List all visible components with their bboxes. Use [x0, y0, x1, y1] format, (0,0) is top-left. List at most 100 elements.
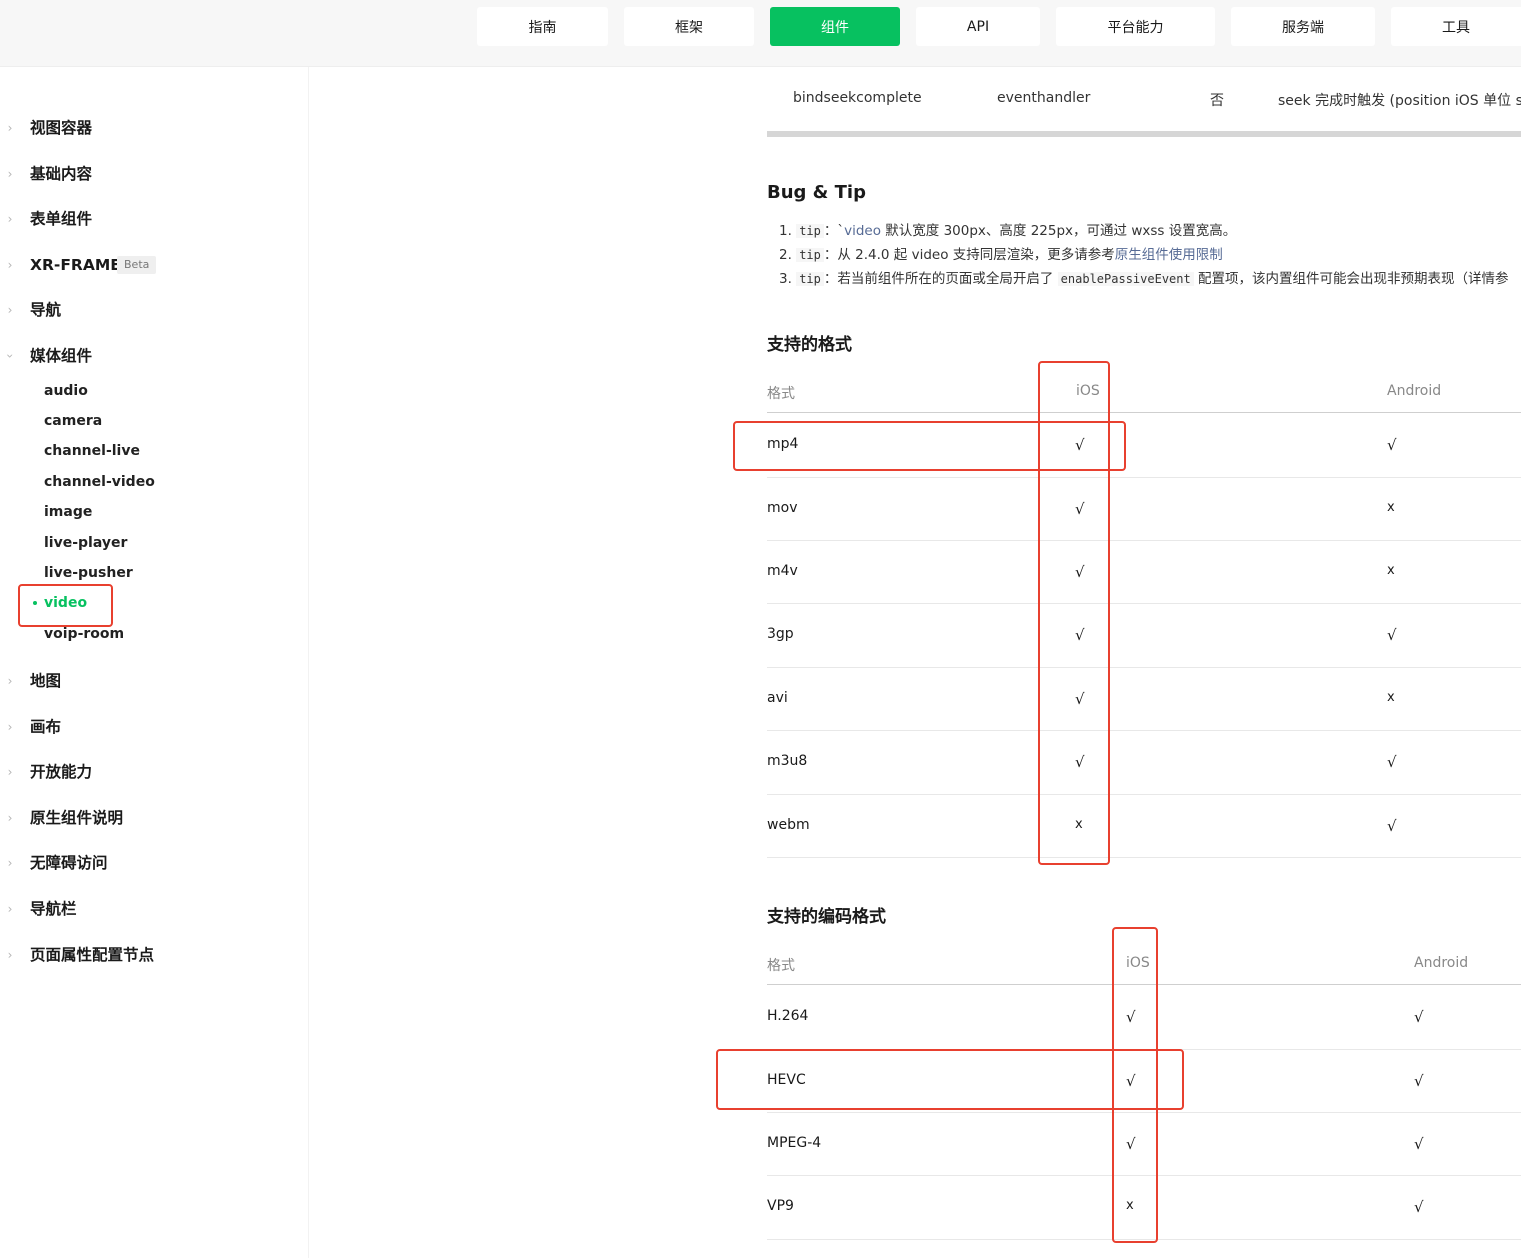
nav-tab-api[interactable]: API	[916, 7, 1040, 46]
sidebar-item-live-pusher[interactable]: live-pusher	[44, 563, 133, 583]
tip-text: 若当前组件所在的页面或全局开启了	[837, 271, 1054, 287]
ios-cell: x	[1126, 1198, 1134, 1213]
sidebar-group-label: 原生组件说明	[30, 809, 124, 827]
attr-type: eventhandler	[997, 90, 1091, 106]
chevron-right-icon: ›	[7, 720, 13, 734]
formats-header-divider	[767, 412, 1521, 413]
video-link[interactable]: video	[844, 223, 881, 239]
sidebar-item-video[interactable]: video	[44, 593, 87, 613]
sidebar-group-label: 页面属性配置节点	[30, 946, 155, 964]
nav-tab-framework[interactable]: 框架	[624, 7, 754, 46]
nav-tab-server[interactable]: 服务端	[1231, 7, 1375, 46]
annotation-box-formats-ios-column	[1038, 361, 1110, 865]
ios-cell: √	[1075, 753, 1085, 771]
sidebar-group-label: 表单组件	[30, 210, 93, 228]
ios-cell: √	[1075, 690, 1085, 708]
sidebar-item-channel-video[interactable]: channel-video	[44, 472, 155, 492]
tip-number: 1.	[779, 223, 792, 239]
ios-cell: √	[1075, 500, 1085, 518]
android-cell: √	[1414, 1008, 1424, 1026]
tip-text: 从 2.4.0 起 video 支持同层渲染，更多请参考	[837, 247, 1115, 263]
row-divider	[767, 477, 1521, 478]
chevron-right-icon: ›	[7, 856, 13, 870]
codecs-header-ios: iOS	[1126, 955, 1150, 971]
row-divider	[767, 1239, 1521, 1240]
tip-code: tip	[796, 272, 824, 286]
row-divider	[767, 1175, 1521, 1176]
top-nav-bar: 指南 框架 组件 API 平台能力 服务端 工具	[0, 0, 1521, 67]
android-cell: x	[1387, 690, 1395, 705]
format-cell: m3u8	[767, 753, 808, 769]
sidebar-group-label: XR-FRAME	[30, 256, 121, 274]
formats-header-android: Android	[1387, 383, 1442, 399]
native-component-limits-link[interactable]: 原生组件使用限制	[1115, 247, 1223, 263]
chevron-right-icon: ›	[7, 167, 13, 181]
codecs-header-android: Android	[1414, 955, 1469, 971]
sidebar-item-audio[interactable]: audio	[44, 381, 88, 401]
android-cell: x	[1387, 500, 1395, 515]
sidebar-group-xr-frame[interactable]: › XR-FRAME Beta	[0, 252, 200, 278]
android-cell: √	[1387, 817, 1397, 835]
nav-tab-guide[interactable]: 指南	[477, 7, 608, 46]
tip-separator: ：	[823, 271, 838, 287]
sidebar-item-image[interactable]: image	[44, 502, 92, 522]
sidebar-item-camera[interactable]: camera	[44, 411, 102, 431]
chevron-right-icon: ›	[7, 948, 13, 962]
tip-separator: ：	[823, 247, 838, 263]
attr-name: bindseekcomplete	[793, 90, 922, 106]
chevron-right-icon: ›	[7, 902, 13, 916]
chevron-right-icon: ›	[7, 811, 13, 825]
row-divider	[767, 794, 1521, 795]
sidebar-group-label: 开放能力	[30, 763, 93, 781]
beta-badge: Beta	[117, 256, 157, 274]
chevron-right-icon: ›	[7, 303, 13, 317]
format-cell: 3gp	[767, 626, 794, 642]
tip-code: tip	[796, 248, 824, 262]
sidebar-group-label: 无障碍访问	[30, 854, 108, 872]
format-cell: webm	[767, 817, 810, 833]
nav-tab-components[interactable]: 组件	[770, 7, 900, 46]
codec-cell: HEVC	[767, 1072, 806, 1088]
tip-text: 默认宽度 300px、高度 225px，可通过 wxss 设置宽高。	[881, 223, 1237, 239]
sidebar-group-label: 媒体组件	[30, 347, 93, 365]
horizontal-scrollbar[interactable]	[767, 131, 1521, 137]
sidebar-item-live-player[interactable]: live-player	[44, 533, 127, 553]
row-divider	[767, 730, 1521, 731]
nav-tab-tools[interactable]: 工具	[1391, 7, 1521, 46]
tip-1: 1. tip ：`video 默认宽度 300px、高度 225px，可通过 wx…	[779, 222, 1236, 240]
attr-required: 否	[1210, 93, 1224, 109]
ios-cell: √	[1126, 1135, 1136, 1153]
tip-3: 3. tip ：若当前组件所在的页面或全局开启了 enablePassiveEve…	[779, 270, 1521, 288]
chevron-right-icon: ›	[7, 212, 13, 226]
android-cell: x	[1387, 563, 1395, 578]
sidebar-group-label: 导航	[30, 301, 62, 319]
tip-code: enablePassiveEvent	[1057, 272, 1194, 286]
active-dot-icon	[33, 601, 37, 605]
ios-cell: √	[1126, 1072, 1136, 1090]
codecs-header-format: 格式	[767, 958, 795, 974]
sidebar-item-voip-room[interactable]: voip-room	[44, 624, 124, 644]
format-cell: mov	[767, 500, 798, 516]
ios-cell: x	[1075, 817, 1083, 832]
sidebar-item-channel-live[interactable]: channel-live	[44, 441, 140, 461]
chevron-right-icon: ›	[7, 765, 13, 779]
row-divider	[767, 603, 1521, 604]
formats-heading: 支持的格式	[767, 335, 852, 355]
sidebar-group-label: 基础内容	[30, 165, 93, 183]
row-divider	[767, 667, 1521, 668]
codec-cell: H.264	[767, 1008, 809, 1024]
format-cell: avi	[767, 690, 788, 706]
row-divider	[767, 1112, 1521, 1113]
android-cell: √	[1414, 1135, 1424, 1153]
ios-cell: √	[1075, 626, 1085, 644]
row-divider	[767, 540, 1521, 541]
chevron-right-icon: ›	[7, 674, 13, 688]
tip-number: 3.	[779, 271, 792, 287]
android-cell: √	[1414, 1198, 1424, 1216]
tip-separator: ：	[823, 223, 838, 239]
ios-cell: √	[1075, 563, 1085, 581]
ios-cell: √	[1075, 436, 1085, 454]
format-cell: mp4	[767, 436, 799, 452]
nav-tab-platform[interactable]: 平台能力	[1056, 7, 1215, 46]
bug-tip-heading: Bug & Tip	[767, 182, 866, 203]
